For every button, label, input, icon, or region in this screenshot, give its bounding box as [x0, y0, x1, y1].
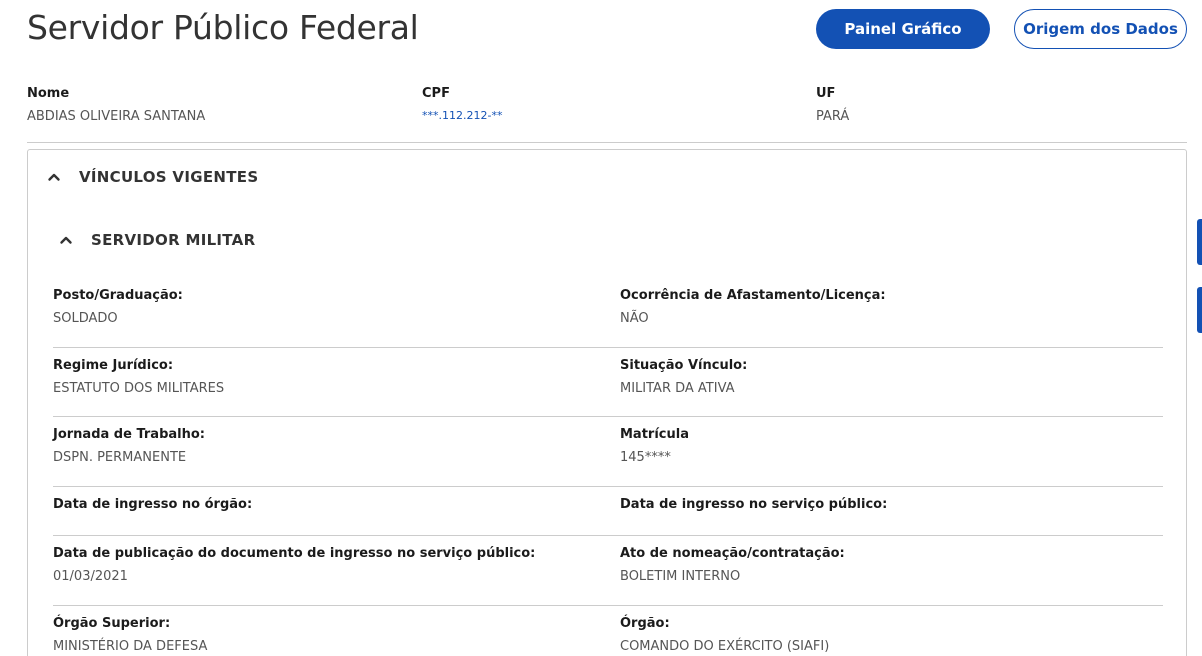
field-label: Data de ingresso no serviço público: [620, 496, 888, 512]
field-value: SOLDADO [53, 311, 118, 326]
field-label: Posto/Graduação: [53, 288, 183, 303]
posto-graduacao-field: Posto/Graduação: SOLDADO [53, 288, 183, 326]
situacao-vinculo-field: Situação Vínculo: MILITAR DA ATIVA [620, 358, 747, 396]
field-value: MILITAR DA ATIVA [620, 380, 735, 396]
chevron-up-icon [48, 173, 60, 181]
servidor-militar-toggle[interactable]: SERVIDOR MILITAR [57, 231, 255, 249]
side-floating-tab[interactable] [1197, 287, 1202, 333]
regime-juridico-field: Regime Jurídico: ESTATUTO DOS MILITARES [53, 358, 224, 396]
field-label: Data de publicação do documento de ingre… [53, 546, 536, 561]
field-label: Matrícula [620, 427, 689, 442]
uf-field: UF PARÁ [816, 86, 849, 124]
field-label: Órgão Superior: [53, 615, 171, 631]
field-value: BOLETIM INTERNO [620, 569, 741, 584]
jornada-trabalho-field: Jornada de Trabalho: DSPN. PERMANENTE [53, 427, 205, 465]
field-label: Ocorrência de Afastamento/Licença: [620, 288, 886, 303]
uf-value: PARÁ [816, 109, 850, 124]
name-value: ABDIAS OLIVEIRA SANTANA [27, 109, 206, 124]
field-row: Jornada de Trabalho: DSPN. PERMANENTE Ma… [53, 417, 1163, 487]
data-publicacao-field: Data de publicação do documento de ingre… [53, 546, 535, 584]
orgao-field: Órgão: COMANDO DO EXÉRCITO (SIAFI) [620, 616, 829, 654]
field-value: 01/03/2021 [53, 569, 128, 584]
field-value: 145**** [620, 450, 671, 465]
field-label: Jornada de Trabalho: [53, 427, 206, 442]
field-row: Órgão Superior: MINISTÉRIO DA DEFESA Órg… [53, 606, 1163, 656]
field-row: Data de ingresso no órgão: Data de ingre… [53, 487, 1163, 536]
field-value: MINISTÉRIO DA DEFESA [53, 638, 208, 654]
uf-label: UF [816, 86, 836, 101]
page: Servidor Público Federal Painel Gráfico … [0, 0, 1202, 656]
field-value: DSPN. PERMANENTE [53, 450, 187, 465]
cpf-label: CPF [422, 86, 450, 101]
field-label: Situação Vínculo: [620, 357, 748, 373]
vinculos-card: VÍNCULOS VIGENTES SERVIDOR MILITAR Posto… [27, 149, 1187, 656]
field-label: Órgão: [620, 615, 670, 631]
painel-grafico-button[interactable]: Painel Gráfico [816, 9, 990, 49]
header-divider [27, 142, 1187, 143]
field-value: COMANDO DO EXÉRCITO (SIAFI) [620, 638, 830, 654]
field-value: NÃO [620, 311, 649, 326]
field-value: ESTATUTO DOS MILITARES [53, 380, 225, 396]
cpf-value[interactable]: ***.112.212-** [422, 109, 502, 122]
ato-nomeacao-field: Ato de nomeação/contratação: BOLETIM INT… [620, 546, 845, 584]
ocorrencia-afastamento-field: Ocorrência de Afastamento/Licença: NÃO [620, 288, 886, 326]
cpf-field: CPF ***.112.212-** [422, 86, 502, 122]
data-ingresso-orgao-field: Data de ingresso no órgão: [53, 497, 252, 520]
field-label: Ato de nomeação/contratação: [620, 546, 845, 561]
servidor-militar-title: SERVIDOR MILITAR [91, 231, 256, 249]
chevron-up-icon [60, 236, 72, 244]
orgao-superior-field: Órgão Superior: MINISTÉRIO DA DEFESA [53, 616, 207, 654]
origem-dos-dados-button[interactable]: Origem dos Dados [1014, 9, 1187, 49]
name-label: Nome [27, 86, 70, 101]
vinculos-vigentes-title: VÍNCULOS VIGENTES [79, 168, 259, 186]
field-label: Regime Jurídico: [53, 357, 174, 373]
field-row: Data de publicação do documento de ingre… [53, 536, 1163, 606]
vinculos-vigentes-toggle[interactable]: VÍNCULOS VIGENTES [45, 168, 258, 186]
name-field: Nome ABDIAS OLIVEIRA SANTANA [27, 86, 205, 124]
field-grid: Posto/Graduação: SOLDADO Ocorrência de A… [53, 278, 1163, 656]
data-ingresso-servico-field: Data de ingresso no serviço público: [620, 497, 887, 520]
field-row: Regime Jurídico: ESTATUTO DOS MILITARES … [53, 348, 1163, 417]
page-title: Servidor Público Federal [27, 8, 419, 47]
field-label: Data de ingresso no órgão: [53, 496, 253, 512]
field-row: Posto/Graduação: SOLDADO Ocorrência de A… [53, 278, 1163, 348]
matricula-field: Matrícula 145**** [620, 427, 689, 465]
side-floating-tab[interactable] [1197, 219, 1202, 265]
